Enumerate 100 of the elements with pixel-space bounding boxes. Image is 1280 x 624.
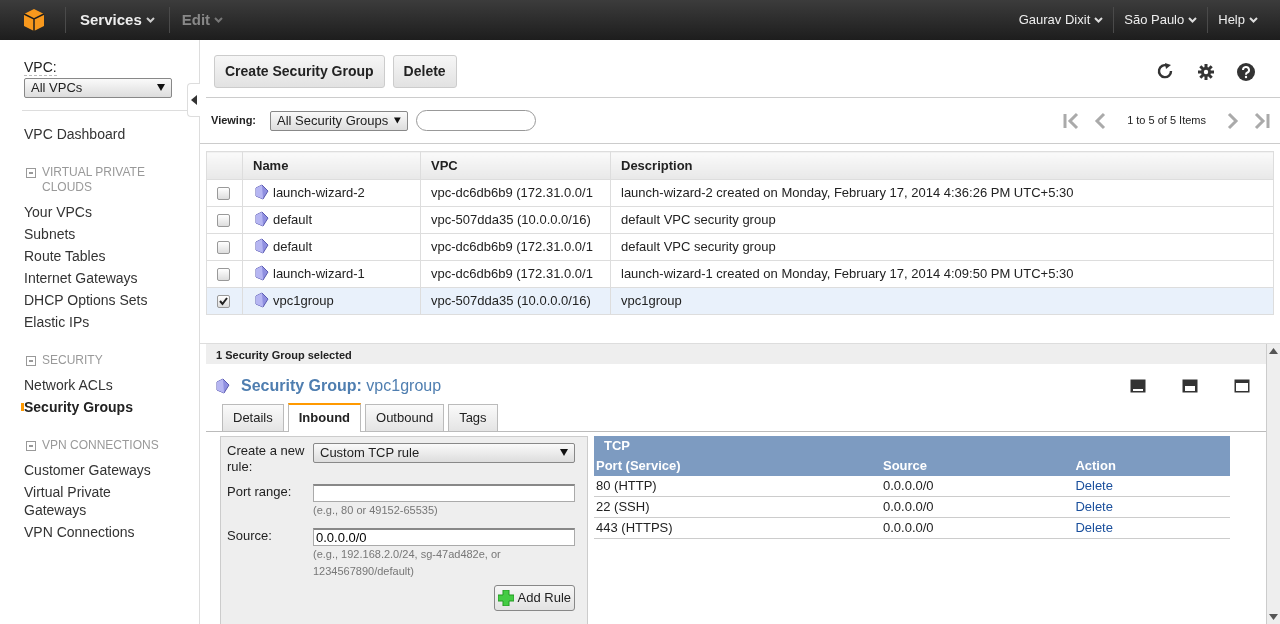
protocol-header: TCP [594, 435, 1230, 456]
top-menu[interactable]: São Paulo [1114, 10, 1208, 30]
toolbar-button[interactable]: Delete [392, 55, 457, 88]
last-page-icon[interactable] [1254, 111, 1270, 130]
collapse-icon[interactable] [26, 355, 36, 366]
shield-icon [253, 211, 269, 228]
sidebar-link[interactable]: DHCP Options Sets [24, 288, 164, 311]
section-heading: VPN CONNECTIONS [42, 437, 159, 453]
caret-icon [214, 17, 224, 23]
sidebar-link[interactable]: Elastic IPs [24, 310, 164, 333]
checkbox[interactable] [217, 267, 230, 281]
delete-link[interactable]: Delete [1075, 478, 1113, 493]
section-heading: SECURITY [42, 352, 103, 368]
handle[interactable] [187, 83, 200, 117]
scroll-down-icon[interactable] [1269, 614, 1278, 620]
caret-icon [1249, 17, 1258, 23]
caret-icon [145, 17, 155, 23]
pager-text: 1 to 5 of 5 Items [1127, 113, 1206, 129]
viewing-label: Viewing: [211, 113, 257, 129]
table-cell: vpc-dc6db6b9 (172.31.0.0/1 [420, 179, 611, 207]
table-cell: 0.0.0.0/0 [881, 496, 1074, 518]
column-header: Source [881, 455, 1074, 476]
pane-layout-icon[interactable] [1130, 379, 1146, 393]
caret-icon [1094, 17, 1104, 23]
table-cell: vpc-507dda35 (10.0.0.0/16) [420, 206, 611, 234]
shield-icon [253, 238, 269, 255]
table-cell: 0.0.0.0/0 [881, 517, 1074, 539]
source-field[interactable]: 0.0.0.0/0 [313, 528, 575, 546]
table-cell: launch-wizard-1 created on Monday, February 17, 2014 4:09:50 PM UTC+5:30 [610, 260, 1274, 288]
collapse-arrow-icon [191, 95, 197, 105]
table-cell: default [242, 206, 421, 234]
search-field[interactable] [416, 110, 537, 131]
table-cell: default [242, 233, 421, 261]
column-header[interactable]: Name [242, 151, 421, 180]
scrollbar[interactable] [1266, 344, 1280, 624]
sidebar-link[interactable]: Security Groups [24, 395, 164, 418]
vpc-select[interactable]: All VPCs [24, 77, 172, 98]
filter-select[interactable]: All Security Groups [270, 110, 409, 131]
sidebar-link[interactable]: Virtual Private Gateways [24, 480, 164, 521]
hint-text: (e.g., 80 or 49152-65535) [313, 502, 439, 518]
collapse-icon[interactable] [26, 167, 36, 178]
shield-icon [253, 292, 269, 309]
sidebar-link[interactable]: Your VPCs [24, 200, 164, 223]
field-label: Source: [227, 528, 273, 545]
refresh-icon[interactable] [1157, 62, 1175, 81]
tab[interactable]: Tags [448, 404, 498, 431]
field-label: Port range: [227, 483, 293, 501]
column-header[interactable]: VPC [420, 151, 611, 180]
tab[interactable]: Outbound [365, 404, 445, 431]
sidebar-link[interactable]: VPC Dashboard [24, 122, 199, 145]
toolbar-button[interactable]: Create Security Group [214, 55, 385, 88]
table-cell: launch-wizard-2 created on Monday, February 17, 2014 4:36:26 PM UTC+5:30 [610, 179, 1274, 207]
column-header[interactable]: Description [610, 151, 1274, 180]
services-menu[interactable]: Services [66, 8, 169, 32]
hint-text: (e.g., 192.168.2.0/24, sg-47ad482e, or 1234567890/default) [313, 547, 502, 579]
delete-link[interactable]: Delete [1075, 520, 1113, 536]
help-icon[interactable] [1237, 62, 1255, 81]
collapse-icon[interactable] [26, 440, 36, 451]
checkbox[interactable] [217, 240, 230, 254]
shield-icon [253, 184, 269, 201]
sidebar-link[interactable]: Network ACLs [24, 373, 164, 396]
table-cell: 80 (HTTP) [594, 475, 881, 497]
tab[interactable]: Inbound [287, 403, 361, 432]
sidebar-link[interactable]: Route Tables [24, 244, 164, 267]
table-cell: vpc-dc6db6b9 (172.31.0.0/1 [420, 233, 611, 261]
sidebar-link[interactable]: Customer Gateways [24, 458, 164, 481]
port-range-field[interactable] [313, 483, 575, 502]
pane-layout-icon[interactable] [1234, 379, 1250, 393]
top-menu[interactable]: Help [1208, 10, 1268, 30]
table-cell: 443 (HTTPS) [594, 517, 881, 539]
checkbox[interactable] [217, 294, 230, 308]
table-cell: launch-wizard-1 [242, 260, 421, 288]
table-cell: launch-wizard-2 [242, 179, 421, 207]
plus-icon [497, 589, 514, 606]
checkbox[interactable] [217, 186, 230, 200]
settings-icon[interactable] [1197, 62, 1215, 81]
cube-logo-icon[interactable] [23, 8, 45, 32]
pane-layout-icon[interactable] [1182, 379, 1198, 393]
table-cell: default VPC security group [610, 206, 1274, 234]
scroll-up-icon[interactable] [1269, 348, 1278, 354]
section-heading: VIRTUAL PRIVATE CLOUDS [42, 164, 146, 195]
vpc-label: VPC: [24, 59, 57, 76]
add-rule-button[interactable]: Add Rule [493, 585, 575, 611]
checkbox[interactable] [217, 213, 230, 227]
caret-icon [1188, 17, 1198, 23]
field-label: Create a new rule: [227, 442, 306, 475]
sidebar-link[interactable]: Internet Gateways [24, 266, 164, 289]
table-cell: 22 (SSH) [594, 496, 881, 518]
sidebar-link[interactable]: VPN Connections [24, 520, 164, 543]
table-cell: vpc1group [610, 287, 1274, 315]
top-menu[interactable]: Gaurav Dixit [1008, 10, 1114, 30]
rule-select[interactable]: Custom TCP rule [313, 442, 575, 463]
next-page-icon[interactable] [1226, 111, 1240, 130]
tab[interactable]: Details [222, 404, 284, 431]
first-page-icon[interactable] [1063, 111, 1080, 130]
delete-link[interactable]: Delete [1075, 499, 1113, 515]
sidebar-link[interactable]: Subnets [24, 222, 164, 245]
table-cell: vpc-507dda35 (10.0.0.0/16) [420, 287, 611, 315]
shield-icon [214, 378, 230, 394]
previous-page-icon[interactable] [1093, 111, 1108, 130]
